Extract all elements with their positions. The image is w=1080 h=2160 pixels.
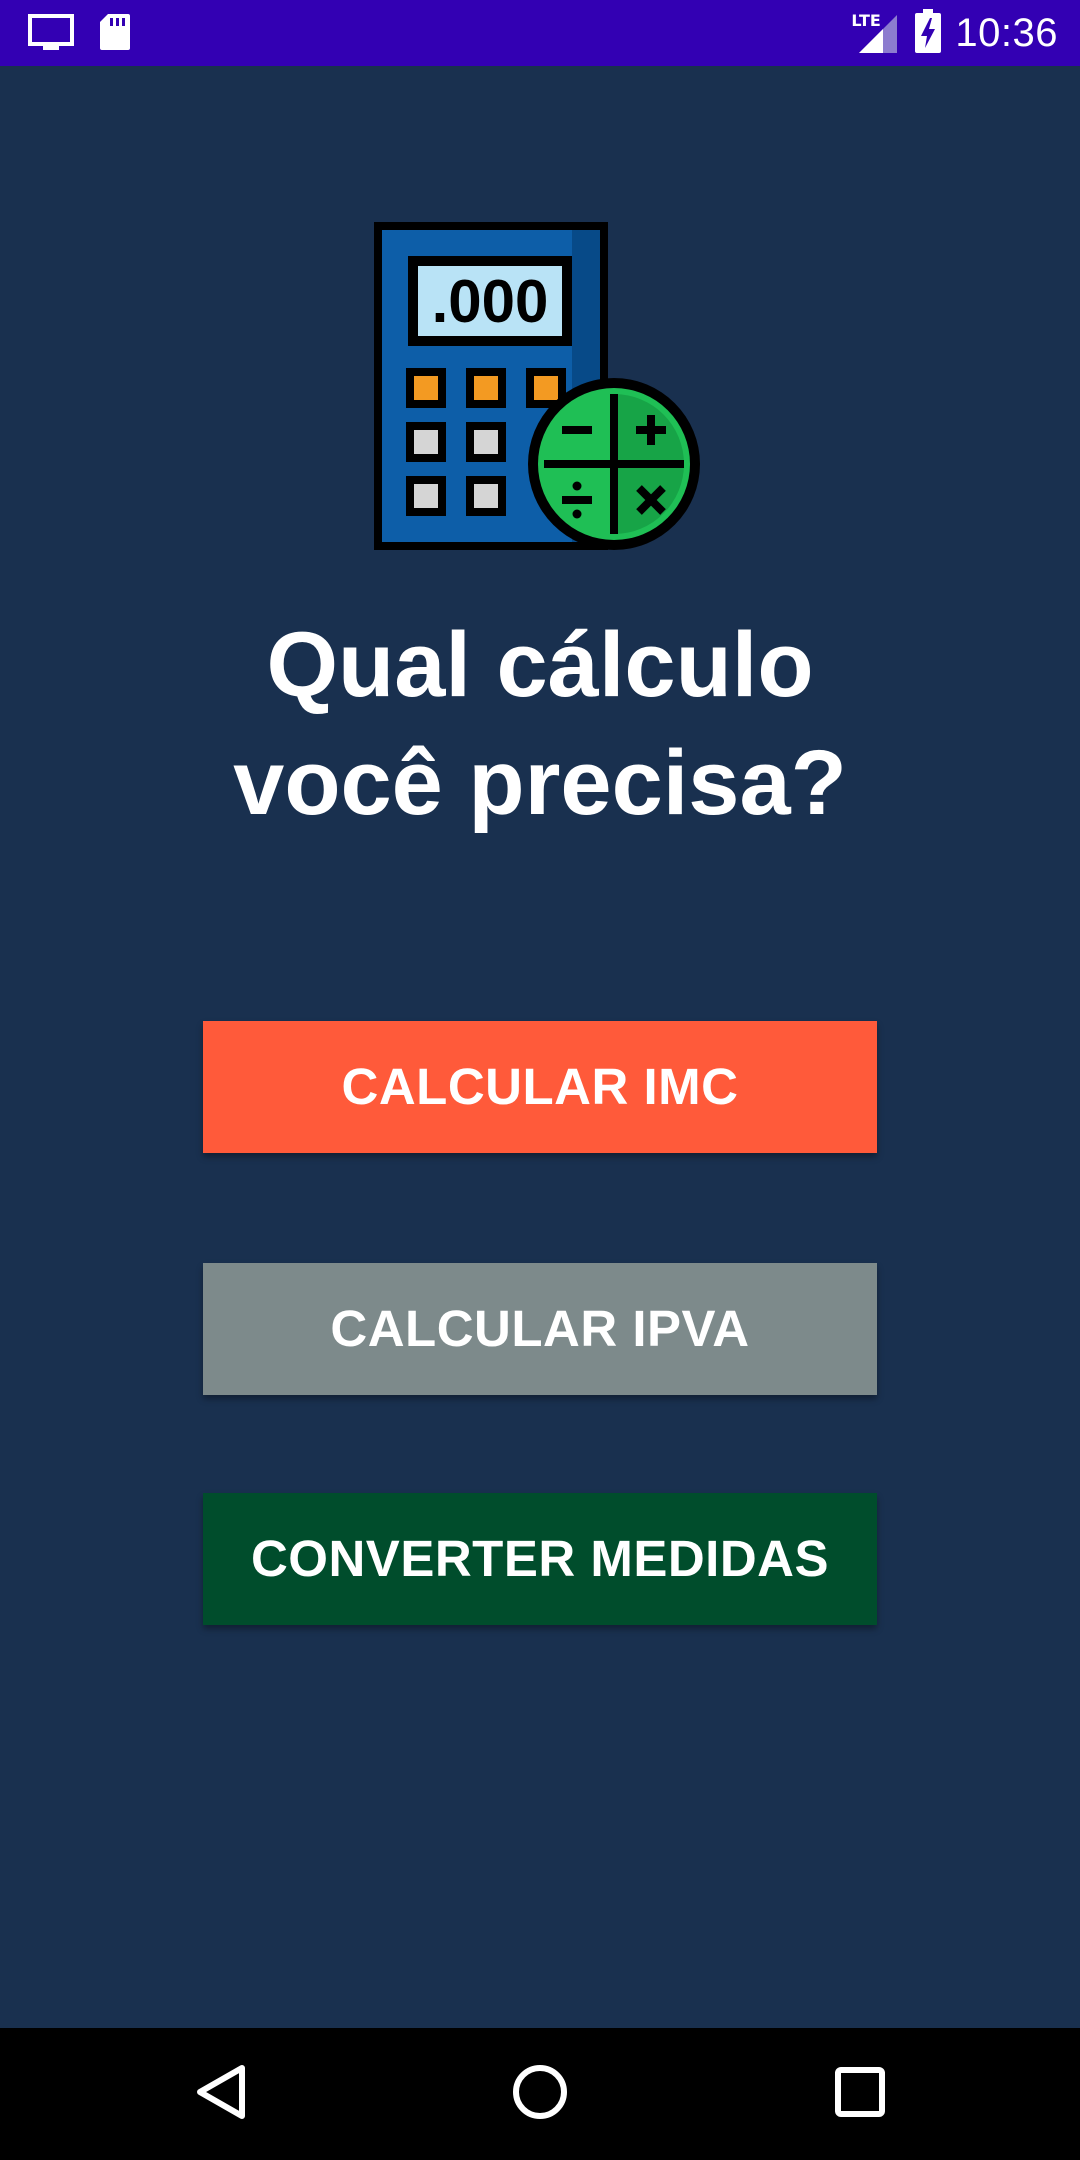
page-title: Qual cálculo você precisa? [233,614,847,834]
status-bar: LTE 10:36 [0,0,1080,66]
home-circle-icon [510,2062,570,2127]
main-screen: .000 Qual cálculo você precisa? CALCULAR… [0,66,1080,2028]
sd-card-icon [98,12,132,57]
back-button[interactable] [180,2054,260,2134]
calculator-icon: .000 [372,222,708,558]
battery-charging-icon [915,8,942,58]
home-button[interactable] [500,2054,580,2134]
lte-signal-icon: LTE [851,11,901,55]
recents-square-icon [832,2064,888,2125]
converter-medidas-button[interactable]: CONVERTER MEDIDAS [203,1493,877,1625]
calculator-display-text: .000 [432,268,549,335]
calcular-imc-button[interactable]: CALCULAR IMC [203,1021,877,1153]
back-triangle-icon [192,2062,248,2127]
status-clock: 10:36 [955,10,1058,55]
calcular-ipva-button[interactable]: CALCULAR IPVA [203,1263,877,1395]
screen-cast-icon [28,14,74,57]
recents-button[interactable] [820,2054,900,2134]
navigation-bar [0,2028,1080,2160]
